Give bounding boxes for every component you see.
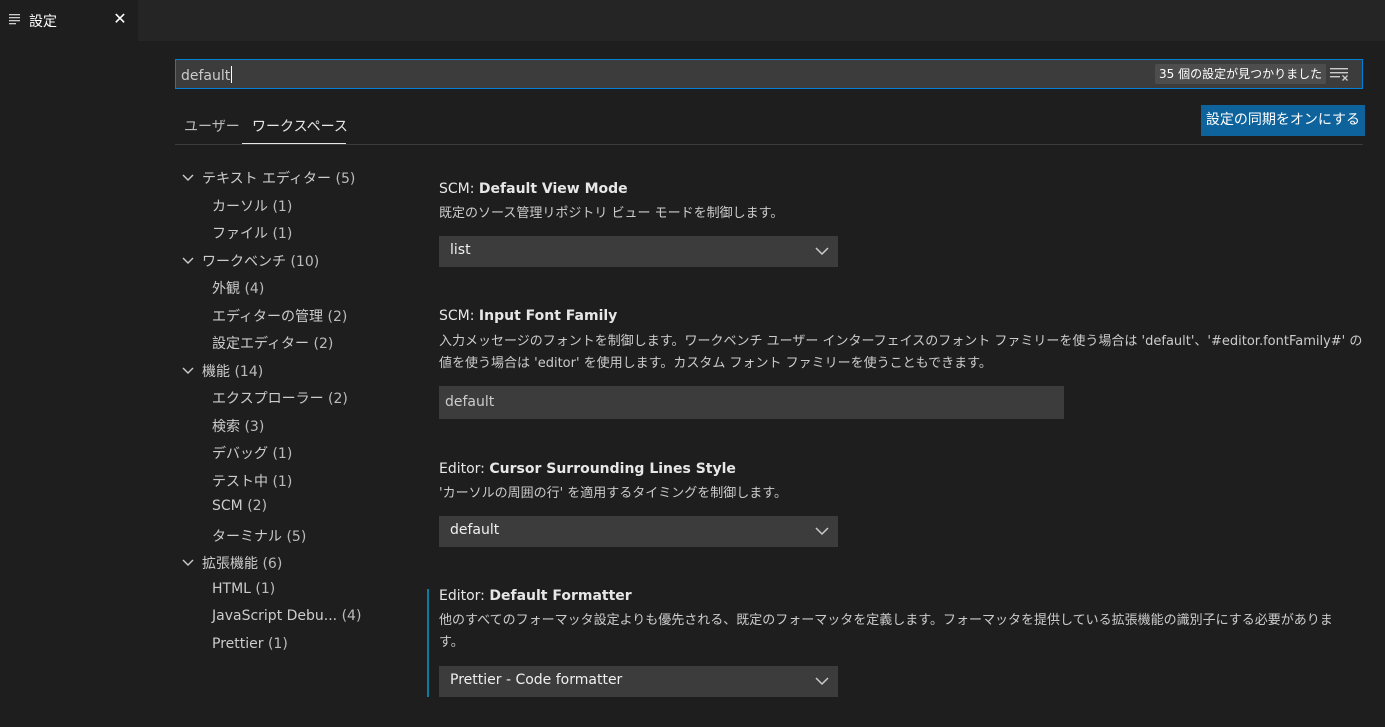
- result-count-badge: 35 個の設定が見つかりました: [1155, 64, 1327, 84]
- chevron-down-icon[interactable]: [182, 174, 194, 182]
- toc-count: (3): [244, 419, 265, 435]
- toc-label: カーソル: [212, 199, 268, 215]
- default-formatter-select[interactable]: Prettier - Code formatter: [439, 666, 838, 697]
- toc-label: エディターの管理: [212, 309, 324, 325]
- toc-item[interactable]: カーソル (1): [212, 196, 292, 216]
- toc-count: (1): [267, 636, 288, 652]
- toc-label: HTML: [212, 581, 251, 597]
- toc-label: ファイル: [212, 226, 268, 242]
- toc-item[interactable]: Prettier (1): [212, 636, 288, 652]
- setting-description: 入力メッセージのフォントを制御します。ワークベンチ ユーザー インターフェイスの…: [439, 334, 1363, 349]
- setting-description: 'カーソルの周囲の行' を適用するタイミングを制御します。: [439, 486, 787, 501]
- toc-label: ターミナル: [212, 529, 282, 545]
- tab-divider: [175, 144, 1363, 145]
- toc-count: (1): [255, 581, 276, 597]
- chevron-down-icon[interactable]: [182, 559, 194, 567]
- search-value: default: [181, 66, 233, 84]
- toc-item[interactable]: 設定エディター (2): [212, 333, 333, 353]
- toc-count: (5): [286, 529, 307, 545]
- toc-item[interactable]: 検索 (3): [212, 416, 264, 436]
- toc-count: (1): [272, 474, 293, 490]
- toc-count: (6): [262, 556, 283, 572]
- toc-group[interactable]: 機能 (14): [202, 361, 263, 381]
- toc-count: (4): [341, 608, 362, 624]
- chevron-down-icon: [815, 677, 829, 686]
- toc-count: (2): [328, 391, 348, 407]
- toc-label: テキスト エディター: [202, 171, 332, 187]
- toc-count: (5): [335, 171, 356, 187]
- setting-title-cursor-surrounding: Editor: Cursor Surrounding Lines Style: [439, 461, 736, 477]
- setting-description: 値を使う場合は 'editor' を使用します。カスタム フォント ファミリーを…: [439, 356, 992, 371]
- tab-workspace[interactable]: ワークスペース: [252, 116, 348, 136]
- toc-count: (2): [247, 498, 268, 514]
- chevron-down-icon: [815, 247, 829, 256]
- toc-label: テスト中: [212, 474, 268, 490]
- toc-item[interactable]: ターミナル (5): [212, 526, 306, 546]
- turn-on-sync-button[interactable]: 設定の同期をオンにする: [1201, 105, 1365, 136]
- scm-view-mode-select[interactable]: list: [439, 236, 838, 267]
- toc-item[interactable]: JavaScript Debu... (4): [212, 608, 361, 624]
- toc-group[interactable]: 拡張機能 (6): [202, 553, 282, 573]
- clear-filter-icon[interactable]: [1330, 67, 1350, 81]
- editor-tab-bar: 設定 ✕: [0, 0, 1385, 41]
- setting-title-default-formatter: Editor: Default Formatter: [439, 588, 632, 604]
- toc-count: (14): [234, 364, 264, 380]
- toc-label: Prettier: [212, 636, 264, 652]
- toc-count: (1): [272, 199, 293, 215]
- modified-indicator: [427, 589, 429, 697]
- tab-user[interactable]: ユーザー: [184, 116, 240, 136]
- toc-item[interactable]: ファイル (1): [212, 223, 292, 243]
- toc-count: (2): [313, 336, 334, 352]
- cursor-surrounding-style-select[interactable]: default: [439, 516, 838, 547]
- toc-label: SCM: [212, 498, 243, 514]
- toc-item[interactable]: HTML (1): [212, 581, 275, 597]
- toc-item[interactable]: 外観 (4): [212, 278, 264, 298]
- toc-label: JavaScript Debu...: [212, 608, 338, 624]
- toc-count: (2): [327, 309, 348, 325]
- toc-group[interactable]: テキスト エディター (5): [202, 168, 355, 188]
- setting-title-scm-view-mode: SCM: Default View Mode: [439, 181, 628, 197]
- toc-label: 設定エディター: [212, 336, 310, 352]
- toc-item[interactable]: テスト中 (1): [212, 471, 292, 491]
- toc-item[interactable]: エクスプローラー (2): [212, 388, 348, 408]
- setting-title-scm-input-font: SCM: Input Font Family: [439, 308, 618, 324]
- setting-description: す。: [439, 635, 464, 650]
- toc-item[interactable]: SCM (2): [212, 498, 267, 514]
- tab-title: 設定: [29, 14, 57, 30]
- toc-label: 検索: [212, 419, 240, 435]
- toc-label: エクスプローラー: [212, 391, 324, 407]
- toc-label: 外観: [212, 281, 240, 297]
- settings-tab[interactable]: 設定 ✕: [0, 0, 138, 41]
- settings-search-input[interactable]: default 35 個の設定が見つかりました: [175, 59, 1363, 89]
- toc-label: デバッグ: [212, 446, 268, 462]
- setting-description: 既定のソース管理リポジトリ ビュー モードを制御します。: [439, 206, 784, 221]
- chevron-down-icon[interactable]: [182, 367, 194, 375]
- toc-count: (1): [272, 446, 293, 462]
- toc-label: ワークベンチ: [202, 254, 286, 270]
- toc-label: 拡張機能: [202, 556, 258, 572]
- close-icon[interactable]: ✕: [112, 9, 128, 29]
- toc-label: 機能: [202, 364, 230, 380]
- setting-description: 他のすべてのフォーマッタ設定よりも優先される、既定のフォーマッタを定義します。フ…: [439, 613, 1333, 628]
- toc-item[interactable]: デバッグ (1): [212, 443, 292, 463]
- settings-list-icon: [9, 14, 20, 25]
- toc-item[interactable]: エディターの管理 (2): [212, 306, 347, 326]
- toc-group[interactable]: ワークベンチ (10): [202, 251, 319, 271]
- toc-count: (1): [272, 226, 293, 242]
- toc-count: (10): [290, 254, 320, 270]
- chevron-down-icon[interactable]: [182, 257, 194, 265]
- toc-count: (4): [244, 281, 265, 297]
- chevron-down-icon: [815, 527, 829, 536]
- scm-input-font-field[interactable]: default: [439, 386, 1064, 419]
